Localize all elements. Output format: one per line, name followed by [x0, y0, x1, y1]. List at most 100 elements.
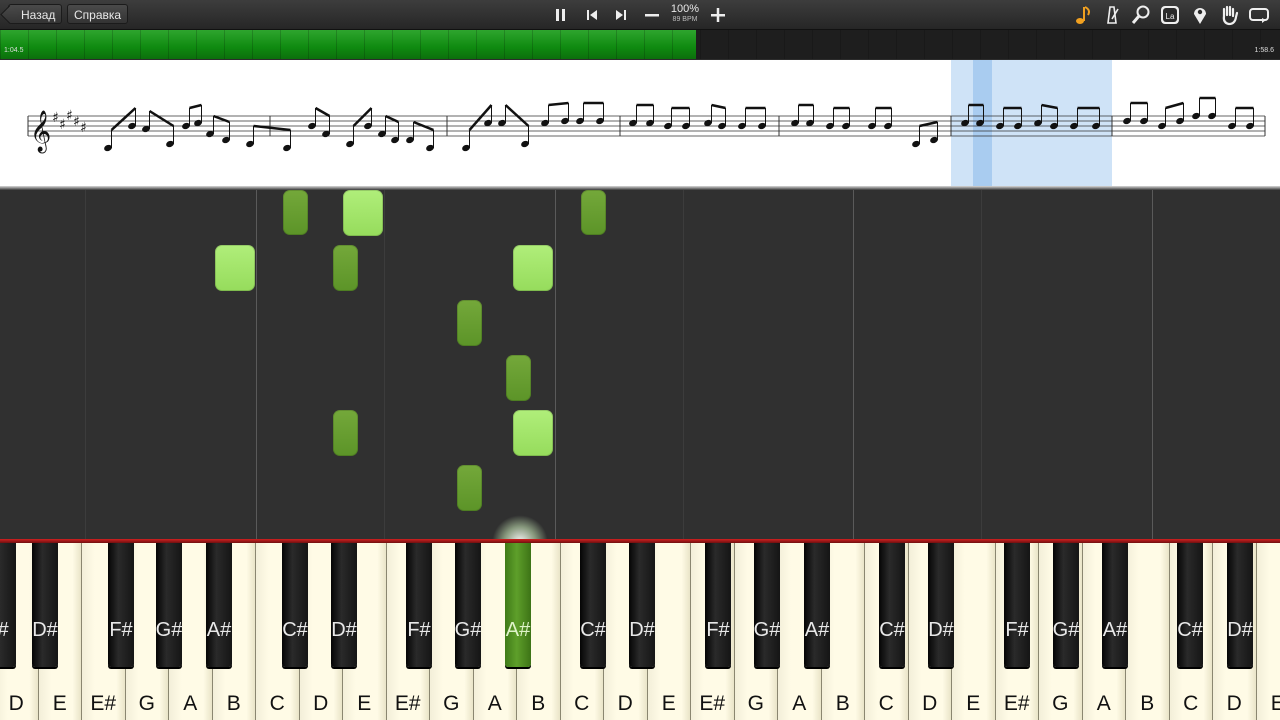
pause-icon — [556, 9, 565, 21]
octave-line — [981, 190, 982, 540]
black-key[interactable]: D# — [629, 543, 655, 667]
key-hit-glow — [492, 515, 548, 540]
slower-button[interactable] — [642, 5, 662, 25]
next-button[interactable] — [611, 5, 631, 25]
black-key[interactable]: A# — [206, 543, 232, 667]
pause-button[interactable] — [551, 5, 571, 25]
black-key[interactable]: F# — [108, 543, 134, 667]
labels-icon: La — [1161, 6, 1179, 24]
black-key-label: D# — [928, 619, 954, 641]
progress-bar[interactable] — [0, 30, 1280, 59]
falling-note-left-hand — [333, 245, 358, 291]
white-key-label: A — [183, 692, 198, 715]
white-key-label: G — [1052, 692, 1069, 715]
black-key-label: D# — [331, 619, 357, 641]
white-key-label: B — [835, 692, 850, 715]
falling-note-left-hand — [283, 190, 308, 235]
octave-line — [683, 190, 684, 540]
sheet-music[interactable]: 𝄞 ♯ ♯ ♯ ♯ ♯ — [0, 60, 1280, 186]
speed-bpm: 89 BPM — [672, 16, 698, 23]
white-key-label: E# — [699, 692, 726, 715]
faster-button[interactable] — [708, 5, 728, 25]
loop-icon — [1249, 8, 1269, 23]
white-key-label: C — [1183, 692, 1199, 715]
falling-note-left-hand — [457, 300, 482, 346]
falling-note-left-hand — [457, 465, 482, 511]
previous-button[interactable] — [582, 5, 602, 25]
falling-note-right-hand — [215, 245, 255, 291]
black-key-label: A# — [505, 619, 531, 641]
black-key-label: D# — [32, 619, 58, 641]
falling-note-left-hand — [506, 355, 531, 401]
black-key-label: G# — [155, 619, 183, 641]
octave-line — [1152, 190, 1153, 540]
black-key[interactable]: # — [0, 543, 16, 667]
top-toolbar: Назад Справка 100% 89 BPM La — [0, 0, 1280, 30]
black-key[interactable]: D# — [331, 543, 357, 667]
white-key-label: C — [269, 692, 285, 715]
black-key-label: G# — [1052, 619, 1080, 641]
note-icon — [1076, 6, 1090, 24]
white-key-label: D — [1226, 692, 1242, 715]
black-key[interactable]: A# — [1102, 543, 1128, 667]
white-key-label: G — [138, 692, 155, 715]
black-key[interactable]: D# — [928, 543, 954, 667]
falling-note-left-hand — [333, 410, 358, 456]
octave-line — [384, 190, 385, 540]
map-pin-icon — [1194, 8, 1206, 24]
white-key-label: D — [313, 692, 329, 715]
zoom-button[interactable] — [1130, 4, 1152, 26]
black-key[interactable]: C# — [580, 543, 606, 667]
black-key[interactable]: C# — [282, 543, 308, 667]
metronome-button[interactable] — [1101, 4, 1123, 26]
black-key-pressed[interactable]: A# — [505, 543, 531, 667]
labels-button[interactable]: La — [1159, 4, 1181, 26]
white-key-label: G — [747, 692, 764, 715]
hand-icon — [1222, 5, 1239, 26]
black-key[interactable]: G# — [455, 543, 481, 667]
black-key[interactable]: F# — [705, 543, 731, 667]
black-key[interactable]: D# — [32, 543, 58, 667]
octave-line — [853, 190, 854, 540]
key-signature: ♯ ♯♯ ♯ ♯ — [52, 108, 87, 136]
white-key-label: C — [574, 692, 590, 715]
note-settings-button[interactable] — [1072, 4, 1094, 26]
falling-note-right-hand — [513, 245, 553, 291]
white-key-label: A — [792, 692, 807, 715]
white-key-label: E — [966, 692, 981, 715]
marker-button[interactable] — [1189, 4, 1211, 26]
black-key[interactable]: F# — [1004, 543, 1030, 667]
black-key[interactable]: C# — [1177, 543, 1203, 667]
help-button[interactable]: Справка — [67, 4, 129, 24]
white-key-label: D — [8, 692, 24, 715]
black-key-label: G# — [454, 619, 482, 641]
back-button[interactable]: Назад — [8, 4, 63, 24]
black-key-label: C# — [1177, 619, 1203, 641]
black-key-label: C# — [879, 619, 905, 641]
black-key[interactable]: C# — [879, 543, 905, 667]
black-key-label: A# — [804, 619, 830, 641]
loop-button[interactable] — [1248, 4, 1270, 26]
black-key[interactable]: G# — [156, 543, 182, 667]
falling-note-right-hand — [513, 410, 553, 456]
white-key-label: E — [357, 692, 372, 715]
black-key-label: D# — [629, 619, 655, 641]
black-key[interactable]: D# — [1227, 543, 1253, 667]
current-time: 1:04.5 — [4, 47, 24, 54]
black-key[interactable]: G# — [1053, 543, 1079, 667]
svg-text:♯: ♯ — [66, 108, 73, 124]
hands-button[interactable] — [1218, 4, 1240, 26]
black-key-label: F# — [1005, 619, 1029, 641]
black-key[interactable]: A# — [804, 543, 830, 667]
speed-percent: 100% — [670, 3, 700, 15]
white-key-label: E# — [90, 692, 117, 715]
piano-keyboard[interactable]: DEE#GABCDEE#GABCDEE#GABCDEE#GABCDE#D#F#G… — [0, 543, 1280, 720]
magnifier-icon — [1131, 5, 1150, 24]
black-key-label: C# — [580, 619, 606, 641]
black-key-label: A# — [206, 619, 232, 641]
white-key-label: B — [226, 692, 241, 715]
black-key[interactable]: G# — [754, 543, 780, 667]
black-key[interactable]: F# — [406, 543, 432, 667]
white-key-label: A — [487, 692, 502, 715]
octave-line — [256, 190, 257, 540]
